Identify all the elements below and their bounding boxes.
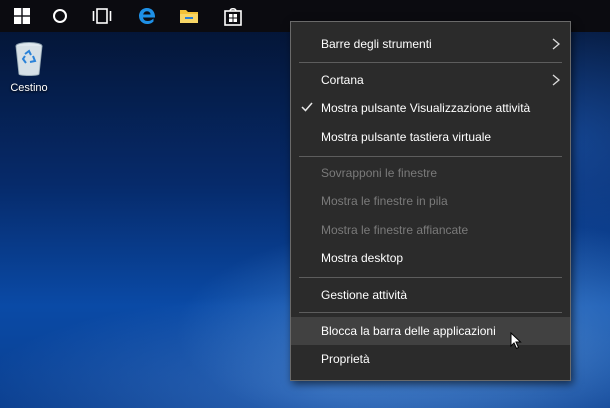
cortana-search-button[interactable]	[38, 0, 82, 32]
edge-browser-button[interactable]	[125, 0, 169, 32]
menu-item-label: Cortana	[321, 73, 364, 87]
menu-item-toolbars[interactable]: Barre degli strumenti	[291, 30, 570, 58]
menu-item-label: Mostra pulsante Visualizzazione attività	[321, 101, 531, 115]
menu-separator	[299, 277, 562, 278]
task-view-button[interactable]	[80, 0, 124, 32]
menu-item-show-task-view-button[interactable]: Mostra pulsante Visualizzazione attività	[291, 94, 570, 122]
menu-item-show-desktop[interactable]: Mostra desktop	[291, 244, 570, 272]
file-explorer-button[interactable]	[167, 0, 211, 32]
menu-item-lock-taskbar[interactable]: Blocca la barra delle applicazioni	[291, 317, 570, 345]
menu-item-label: Blocca la barra delle applicazioni	[321, 324, 496, 338]
menu-item-cascade-windows: Sovrapponi le finestre	[291, 159, 570, 187]
menu-separator	[299, 62, 562, 63]
menu-item-label: Mostra desktop	[321, 251, 404, 265]
menu-item-label: Sovrapponi le finestre	[321, 166, 438, 180]
recycle-bin-icon	[15, 42, 43, 76]
task-view-icon	[92, 8, 112, 24]
menu-item-side-by-side-windows: Mostra le finestre affiancate	[291, 216, 570, 244]
file-explorer-icon	[180, 10, 198, 23]
chevron-right-icon	[552, 74, 560, 86]
menu-item-label: Proprietà	[321, 352, 370, 366]
menu-separator	[299, 312, 562, 313]
menu-item-show-touch-keyboard-button[interactable]: Mostra pulsante tastiera virtuale	[291, 123, 570, 151]
windows-start-icon	[14, 8, 30, 24]
menu-separator	[299, 156, 562, 157]
store-button[interactable]	[211, 0, 255, 32]
edge-browser-icon	[139, 8, 156, 24]
menu-item-stack-windows: Mostra le finestre in pila	[291, 187, 570, 215]
menu-item-properties[interactable]: Proprietà	[291, 345, 570, 373]
menu-item-label: Barre degli strumenti	[321, 37, 432, 51]
mouse-cursor-icon	[510, 332, 522, 350]
recycle-bin-label: Cestino	[10, 82, 48, 94]
checkmark-icon	[301, 102, 313, 112]
chevron-right-icon	[552, 38, 560, 50]
menu-item-label: Mostra le finestre in pila	[321, 194, 448, 208]
cortana-search-icon	[53, 9, 67, 23]
recycle-bin-shortcut[interactable]: Cestino	[4, 40, 54, 102]
taskbar-context-menu: Barre degli strumenti Cortana Mostra pul…	[290, 21, 571, 381]
store-icon	[224, 7, 242, 26]
menu-item-label: Mostra pulsante tastiera virtuale	[321, 130, 492, 144]
menu-item-label: Gestione attività	[321, 288, 408, 302]
menu-item-label: Mostra le finestre affiancate	[321, 223, 469, 237]
menu-item-task-manager[interactable]: Gestione attività	[291, 281, 570, 309]
menu-item-cortana[interactable]: Cortana	[291, 66, 570, 94]
